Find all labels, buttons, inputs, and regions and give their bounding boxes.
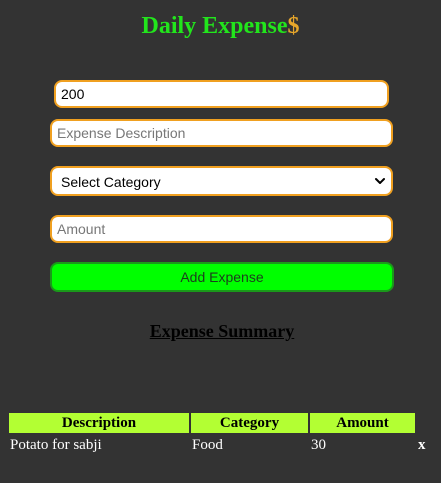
cell-category: Food: [192, 437, 223, 453]
column-header-description: Description: [9, 413, 189, 433]
cell-description: Potato for sabji: [10, 437, 102, 453]
column-header-amount: Amount: [310, 413, 415, 433]
summary-title: Expense Summary: [149, 321, 295, 341]
expense-description-input[interactable]: [50, 119, 393, 147]
category-select-value: Select Category: [61, 174, 161, 190]
cell-amount: 30: [311, 437, 326, 453]
column-header-category: Category: [191, 413, 308, 433]
delete-expense-button[interactable]: x: [418, 436, 426, 456]
budget-input[interactable]: [54, 80, 389, 108]
category-select[interactable]: Select Category: [50, 166, 393, 196]
page-title-text: Daily Expense: [141, 13, 288, 39]
page-title-dollar: $: [287, 13, 300, 39]
amount-input[interactable]: [50, 215, 393, 243]
add-expense-button[interactable]: Add Expense: [50, 262, 394, 292]
page-title: Daily Expense$: [0, 12, 441, 40]
chevron-down-icon: [375, 178, 385, 184]
